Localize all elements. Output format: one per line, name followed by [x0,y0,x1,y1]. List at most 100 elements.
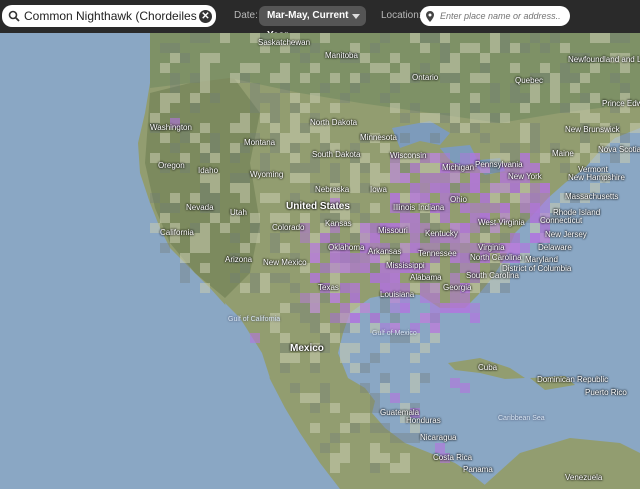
observation-cell [450,273,460,283]
map-label: Illinois [393,203,416,212]
species-name[interactable]: Common Nighthawk (Chordeiles minor) [24,9,199,23]
map-label: Pennsylvania [475,160,523,169]
grid-cell-light [330,453,340,463]
grid-cell-light [450,63,460,73]
grid-cell-light [390,463,400,473]
grid-cell-light [560,43,570,53]
grid-cell-dark [290,283,300,293]
observation-cell [470,203,480,213]
grid-cell-light [240,63,250,73]
grid-cell-light [230,123,240,133]
grid-cell-light [400,463,410,473]
grid-cell-light [380,143,390,153]
observation-cell [460,383,470,393]
grid-cell-light [150,113,160,123]
observation-cell [440,213,450,223]
grid-cell-dark [200,193,210,203]
date-dropdown[interactable]: Mar-May, Current Year [259,6,366,41]
grid-cell-light [280,133,290,143]
grid-cell-light [300,73,310,83]
grid-cell-dark [470,123,480,133]
map-label: United States [286,201,350,212]
grid-cell-light [590,63,600,73]
grid-cell-dark [190,73,200,83]
grid-cell-light [410,373,420,383]
grid-cell-dark [310,163,320,173]
grid-cell-light [340,443,350,453]
grid-cell-light [240,193,250,203]
map-label: New Hampshire [568,173,625,182]
grid-cell-light [310,233,320,243]
grid-cell-light [220,33,230,43]
location-search[interactable] [420,6,570,26]
grid-cell-dark [490,113,500,123]
grid-cell-light [310,353,320,363]
grid-cell-dark [530,143,540,153]
grid-cell-light [290,153,300,163]
grid-cell-light [540,63,550,73]
grid-cell-dark [290,383,300,393]
grid-cell-dark [270,243,280,253]
grid-cell-dark [500,43,510,53]
grid-cell-light [420,343,430,353]
grid-cell-dark [500,143,510,153]
map-label: Costa Rica [433,453,473,462]
map-label: Colorado [272,223,305,232]
grid-cell-light [380,383,390,393]
grid-cell-light [490,193,500,203]
grid-cell-dark [270,273,280,283]
observation-cell [460,233,470,243]
grid-cell-dark [310,363,320,373]
observation-cell [460,253,470,263]
grid-cell-light [320,133,330,143]
observation-cell [360,303,370,313]
grid-cell-light [590,33,600,43]
grid-cell-dark [310,313,320,323]
observation-cell [520,193,530,203]
grid-cell-dark [410,433,420,443]
grid-cell-light [370,173,380,183]
grid-cell-light [260,193,270,203]
observation-cell [510,233,520,243]
observation-cell [390,193,400,203]
grid-cell-light [380,453,390,463]
grid-cell-light [260,113,270,123]
grid-cell-dark [350,233,360,243]
grid-cell-light [480,73,490,83]
map-label: Kansas [325,219,352,228]
grid-cell-light [510,193,520,203]
observation-cell [350,283,360,293]
grid-cell-light [200,83,210,93]
observation-cell [360,233,370,243]
grid-cell-dark [480,133,490,143]
grid-cell-light [290,173,300,183]
map[interactable]: Saskatchewan Manitoba Ontario Quebec New… [0,33,640,489]
grid-cell-dark [340,323,350,333]
grid-cell-light [400,193,410,203]
grid-cell-dark [170,203,180,213]
grid-cell-light [330,273,340,283]
grid-cell-dark [490,93,500,103]
grid-cell-light [300,133,310,143]
observation-cell [530,193,540,203]
location-input[interactable] [438,10,562,22]
observation-cell [440,193,450,203]
grid-cell-light [160,93,170,103]
grid-cell-light [390,103,400,113]
grid-cell-light [230,143,240,153]
grid-cell-light [580,113,590,123]
grid-cell-light [320,33,330,43]
grid-cell-light [350,73,360,83]
grid-cell-light [170,53,180,63]
grid-cell-light [520,123,530,133]
grid-cell-dark [330,173,340,183]
map-label: New Brunswick [565,125,620,134]
grid-cell-dark [350,83,360,93]
grid-cell-light [340,353,350,363]
grid-cell-light [220,223,230,233]
grid-cell-dark [250,83,260,93]
grid-cell-dark [530,123,540,133]
observation-cell [400,243,410,253]
clear-icon[interactable]: ✕ [199,9,212,23]
species-search[interactable]: Common Nighthawk (Chordeiles minor) ✕ [2,5,216,27]
